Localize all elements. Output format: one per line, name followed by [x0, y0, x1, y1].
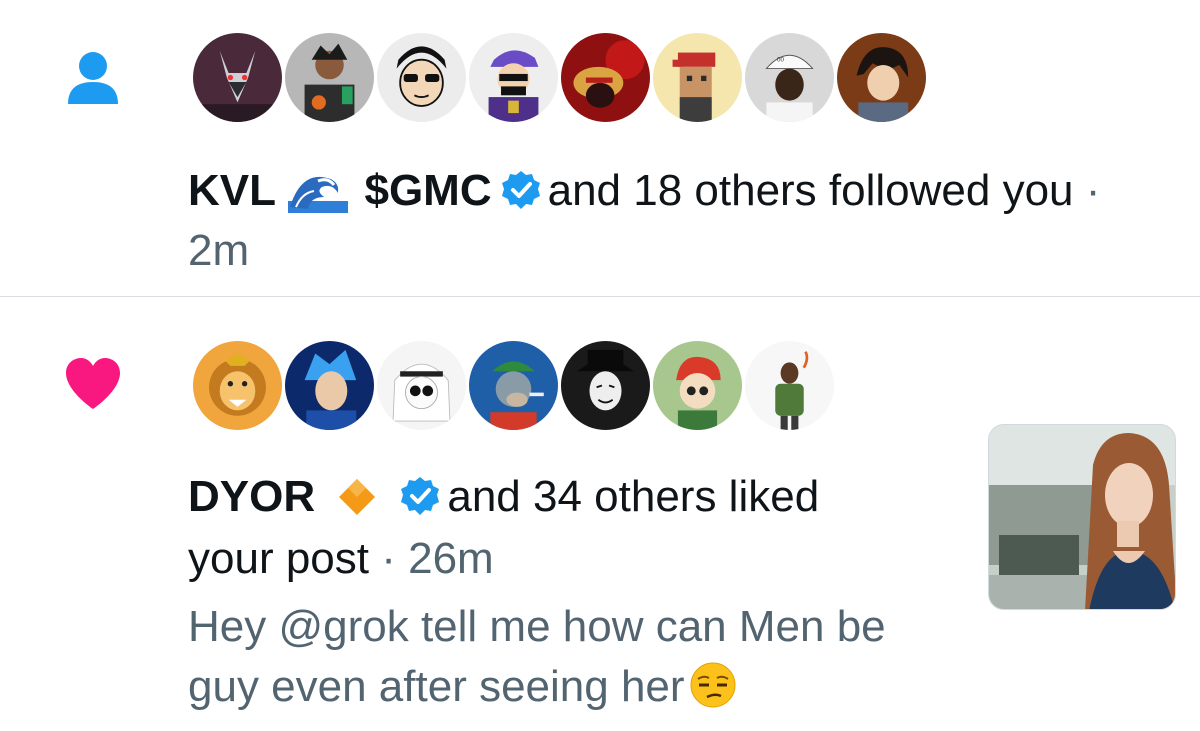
post-text-line2[interactable]: guy even after seeing her: [188, 660, 737, 717]
like-action-text-2: your post: [188, 534, 369, 583]
avatar[interactable]: [282, 338, 377, 433]
separator-dot: ·: [381, 534, 396, 583]
post-text-line1[interactable]: Hey @grok tell me how can Men be: [188, 600, 886, 654]
avatar[interactable]: [742, 338, 837, 433]
liker-name[interactable]: DYOR: [188, 472, 315, 521]
verified-badge-icon: [399, 475, 441, 517]
like-action-text: and 34 others liked: [447, 472, 820, 521]
avatar[interactable]: [374, 338, 469, 433]
avatar[interactable]: [558, 338, 653, 433]
heart-icon: [64, 357, 122, 411]
unamused-face-emoji: [689, 661, 737, 709]
avatar[interactable]: [650, 338, 745, 433]
notification-like[interactable]: DYOR and 34 others liked your post · 26m…: [0, 0, 1200, 711]
post-text: guy even after seeing her: [188, 662, 685, 711]
avatar[interactable]: [190, 338, 285, 433]
photo-thumbnail[interactable]: [988, 424, 1176, 610]
orange-diamond-emoji: [337, 476, 377, 516]
like-summary-line2: your post · 26m: [188, 532, 494, 586]
liker-avatars: [190, 338, 837, 433]
like-summary: DYOR and 34 others liked: [188, 470, 819, 524]
timestamp: 26m: [408, 534, 494, 583]
avatar[interactable]: [466, 338, 561, 433]
